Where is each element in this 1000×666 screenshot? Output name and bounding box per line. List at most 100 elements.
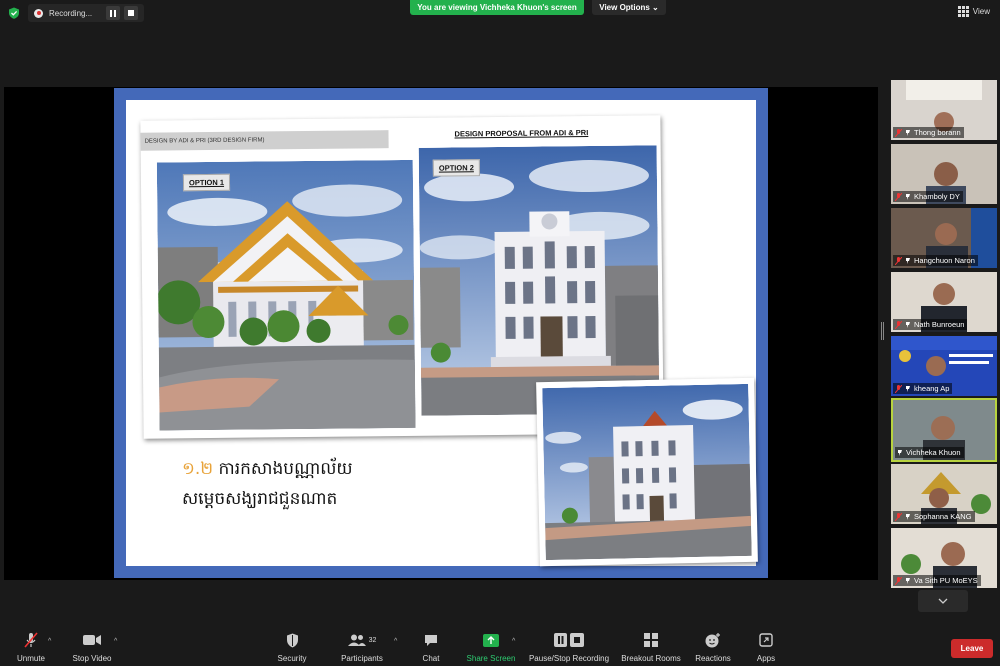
pin-icon <box>906 577 910 584</box>
unmute-button[interactable]: Unmute <box>14 632 48 663</box>
participant-tile[interactable]: kheang Ap <box>891 336 997 396</box>
participant-tile[interactable]: Hangchuon Naron <box>891 208 997 268</box>
option1-label: OPTION 1 <box>182 173 231 192</box>
security-label: Security <box>277 654 307 663</box>
pause-icon <box>110 9 117 17</box>
muted-mic-icon <box>895 128 902 137</box>
view-options-button[interactable]: View Options ⌄ <box>592 0 666 15</box>
share-screen-icon <box>483 633 499 647</box>
chevron-down-icon: ⌄ <box>652 3 659 12</box>
pin-icon <box>898 449 902 456</box>
stop-video-button[interactable]: Stop Video <box>70 632 114 663</box>
video-options-caret[interactable]: ^ <box>114 638 117 645</box>
participant-tile[interactable]: Khamboly DY <box>891 144 997 204</box>
muted-mic-icon <box>895 256 902 265</box>
muted-mic-icon <box>24 632 38 648</box>
participants-icon <box>347 634 366 646</box>
participant-name: Hangchuon Naron <box>914 256 975 265</box>
pin-icon <box>906 193 910 200</box>
participants-button[interactable]: 32 Participants <box>338 632 386 663</box>
participants-options-caret[interactable]: ^ <box>394 638 397 645</box>
participant-video-panel: Thong borann Khamboly DY Hangchuon Naron… <box>888 78 1000 618</box>
breakout-rooms-button[interactable]: Breakout Rooms <box>620 632 682 663</box>
breakout-rooms-label: Breakout Rooms <box>621 654 681 663</box>
leave-button[interactable]: Leave <box>951 639 993 658</box>
meeting-toolbar: Unmute ^ Stop Video ^ Security 32 Partic… <box>0 620 1000 666</box>
pin-icon <box>906 129 910 136</box>
participant-name: Vichheka Khuon <box>906 448 961 457</box>
participant-tile[interactable]: Va Sith PU MoEYS <box>891 528 997 588</box>
muted-mic-icon <box>895 512 902 521</box>
smiley-plus-icon <box>705 632 720 647</box>
breakout-rooms-icon <box>644 633 658 647</box>
stop-icon <box>128 10 135 16</box>
participant-name: Nath Bunroeun <box>914 320 965 329</box>
view-label: View <box>972 7 990 16</box>
pin-icon <box>906 513 910 520</box>
view-options-label: View Options <box>599 3 650 12</box>
chevron-down-icon <box>938 598 948 604</box>
building-angle-image <box>542 383 752 561</box>
chat-bubble-icon <box>425 634 437 646</box>
pin-icon <box>906 321 910 328</box>
design-firm-banner: DESIGN BY ADI & PRI (3RD DESIGN FIRM) <box>140 130 389 151</box>
participant-tile-active-speaker[interactable]: Vichheka Khuon <box>891 398 997 462</box>
option1-rendering <box>156 159 416 431</box>
viewing-screen-banner: You are viewing Vichheka Khuon's screen <box>410 0 584 15</box>
participants-label: Participants <box>341 654 383 663</box>
chat-button[interactable]: Chat <box>418 632 444 663</box>
apps-label: Apps <box>756 654 776 663</box>
pin-icon <box>906 257 910 264</box>
share-options-caret[interactable]: ^ <box>512 638 515 645</box>
slide-heading-line1: ១.២ ការកសាងបណ្ណាល័យ <box>182 458 353 483</box>
option2-label: OPTION 2 <box>432 159 480 177</box>
grid-icon <box>957 6 969 17</box>
proposal-title: DESIGN PROPOSAL FROM ADI & PRI <box>454 128 589 139</box>
pause-stop-recording-label: Pause/Stop Recording <box>528 654 610 663</box>
scroll-participants-down-button[interactable] <box>918 590 968 612</box>
slide-content: DESIGN BY ADI & PRI (3RD DESIGN FIRM) DE… <box>126 100 758 567</box>
share-screen-label: Share Screen <box>466 654 516 663</box>
stop-video-label: Stop Video <box>72 654 112 663</box>
security-button[interactable]: Security <box>274 632 310 663</box>
unmute-label: Unmute <box>16 654 45 663</box>
recording-indicator: Recording... <box>28 4 144 22</box>
share-screen-button[interactable]: Share Screen <box>464 632 518 663</box>
reactions-button[interactable]: Reactions <box>694 632 732 663</box>
stop-recording-button[interactable] <box>124 6 139 20</box>
participant-name: Thong borann <box>914 128 961 137</box>
shield-icon <box>286 633 298 647</box>
colonial-building-image <box>418 145 660 416</box>
building-side-rendering <box>542 383 752 561</box>
muted-mic-icon <box>895 576 902 585</box>
pause-stop-recording-button[interactable]: Pause/Stop Recording <box>526 632 612 663</box>
pause-recording-button[interactable] <box>106 6 121 20</box>
view-button[interactable]: View <box>957 6 990 17</box>
temple-library-image <box>156 159 416 431</box>
apps-icon <box>759 633 773 647</box>
panel-resize-handle[interactable] <box>881 322 884 340</box>
participant-tile[interactable]: Sophanna KANG <box>891 464 997 524</box>
reactions-label: Reactions <box>695 654 731 663</box>
participant-name: Khamboly DY <box>914 192 960 201</box>
option2-rendering <box>418 145 660 416</box>
top-bar: Recording... You are viewing Vichheka Kh… <box>0 0 1000 26</box>
building-photo-card <box>536 377 758 567</box>
record-icon <box>34 8 43 18</box>
participant-name: Sophanna KANG <box>914 512 972 521</box>
participant-name: kheang Ap <box>914 384 950 393</box>
audio-options-caret[interactable]: ^ <box>48 638 51 645</box>
participants-count: 32 <box>368 636 377 644</box>
encryption-shield-icon[interactable] <box>8 7 20 19</box>
heading-text-1: ការកសាងបណ្ណាល័យ <box>218 459 353 479</box>
slide-heading-line2: សម្តេចសង្ឃរាជជួនណាត <box>182 489 338 509</box>
participant-name: Va Sith PU MoEYS <box>914 576 978 585</box>
muted-mic-icon <box>895 192 902 201</box>
section-number: ១.២ <box>182 459 214 479</box>
apps-button[interactable]: Apps <box>754 632 778 663</box>
video-camera-icon <box>83 635 101 645</box>
presentation-slide: DESIGN BY ADI & PRI (3RD DESIGN FIRM) DE… <box>114 88 768 578</box>
recording-label: Recording... <box>49 8 93 18</box>
participant-tile[interactable]: Thong borann <box>891 80 997 140</box>
participant-tile[interactable]: Nath Bunroeun <box>891 272 997 332</box>
